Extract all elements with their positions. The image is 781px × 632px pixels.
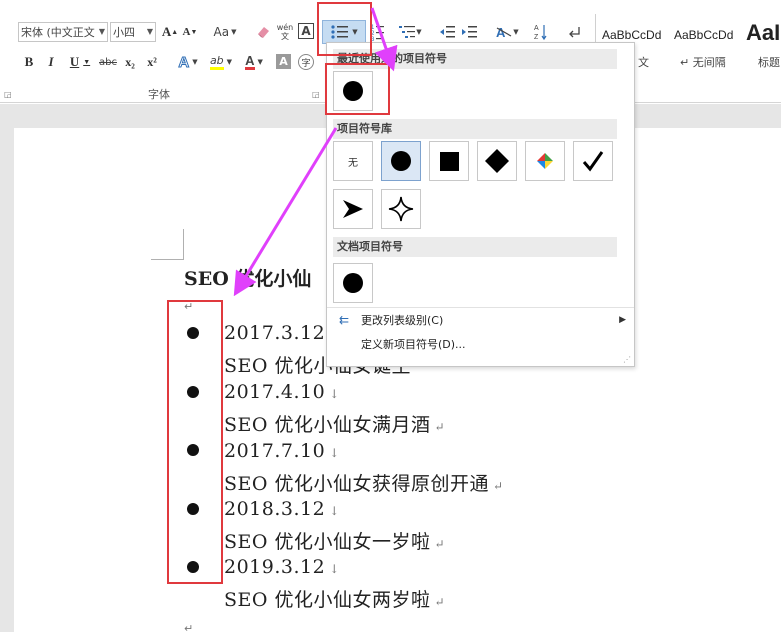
arrow-to-document-bullets <box>233 127 338 297</box>
arrow-to-recent-bullet <box>370 7 398 72</box>
annotation-arrows <box>233 7 398 297</box>
